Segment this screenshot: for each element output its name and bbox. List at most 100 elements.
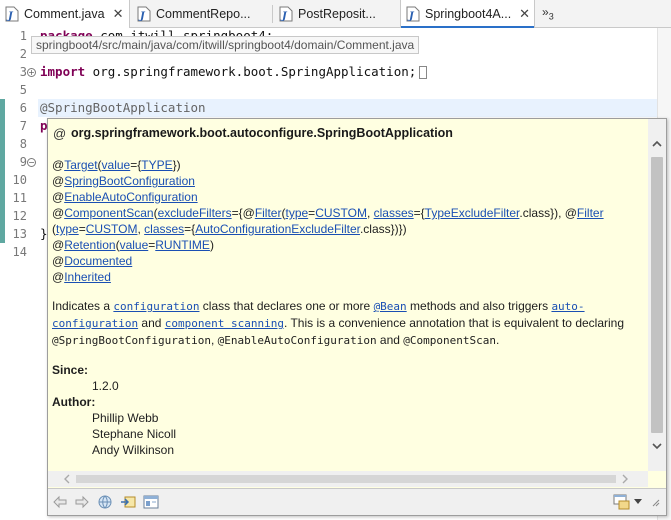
line-number: 14 [12,245,27,259]
code-line-3[interactable]: import org.springframework.boot.SpringAp… [40,63,428,81]
author-name: Andy Wilkinson [92,443,175,457]
collapse-fold-icon[interactable]: − [27,158,36,167]
runtime-link[interactable]: RUNTIME [155,238,210,252]
line-number: 10 [12,173,27,187]
javadoc-description: Indicates a configuration class that dec… [52,299,625,347]
configuration-link[interactable]: configuration [113,300,199,313]
tab-overflow-button[interactable]: »3 [542,5,554,21]
typeexcludefilter-link[interactable]: TypeExcludeFilter [425,206,520,220]
scrollbar-thumb[interactable] [76,475,616,483]
java-file-icon: J [5,6,19,22]
forward-button[interactable] [73,493,91,511]
meta-annotation-enableautoconfiguration: @EnableAutoConfiguration [52,190,198,204]
expand-fold-icon[interactable]: + [27,68,36,77]
globe-icon [98,495,112,509]
line-number: 3 [19,65,27,79]
since-label: Since: [52,363,89,377]
componentscan-link[interactable]: ComponentScan [64,206,153,220]
folded-imports-marker[interactable] [419,66,428,79]
dropdown-arrow-icon [634,499,642,504]
author-name: Phillip Webb [92,411,159,425]
hover-header: @ org.springframework.boot.autoconfigure… [48,119,653,147]
documented-link[interactable]: Documented [64,254,132,268]
line-number: 1 [19,29,27,43]
line-number: 2 [19,47,27,61]
type-attr-link[interactable]: type [285,206,308,220]
tab-post-repository[interactable]: J PostReposit... [274,0,399,28]
meta-annotation-inherited: @Inherited [52,270,111,284]
type-link[interactable]: TYPE [141,158,172,172]
filter-link[interactable]: Filter [255,206,282,220]
meta-annotation-componentscan: @ComponentScan(excludeFilters={@Filter(t… [52,206,604,220]
toolbar-menu-button[interactable] [632,493,644,511]
author-label: Author: [52,395,96,409]
preferences-button[interactable] [613,493,631,511]
back-button[interactable] [51,493,69,511]
tab-label: Springboot4A... [425,7,512,21]
tab-comment-repository[interactable]: J CommentRepo... [132,0,272,28]
meta-annotation-componentscan-cont: (type=CUSTOM, classes={AutoConfiguration… [52,222,407,236]
editor-tab-bar: J Comment.java ✕ J CommentRepo... J Post… [0,0,671,28]
open-in-browser-button[interactable] [96,493,114,511]
autoconfigurationexcludefilter-link[interactable]: AutoConfigurationExcludeFilter [195,222,360,236]
close-icon[interactable]: ✕ [519,6,530,22]
enableautoconfiguration-link[interactable]: EnableAutoConfiguration [64,190,197,204]
scroll-down-arrow-icon[interactable] [652,441,662,451]
tab-comment-java[interactable]: J Comment.java ✕ [0,0,130,28]
target-link[interactable]: Target [64,158,97,172]
overflow-count: 3 [548,11,554,22]
classes-link[interactable]: classes [374,206,414,220]
meta-annotation-retention: @Retention(value=RUNTIME) [52,238,214,252]
tab-label: PostReposit... [298,7,376,21]
show-in-javadoc-view-button[interactable] [142,493,160,511]
bean-link[interactable]: @Bean [374,300,407,313]
classes-link[interactable]: classes [144,222,184,236]
custom-link[interactable]: CUSTOM [86,222,138,236]
code-springbootconfiguration: @SpringBootConfiguration [52,334,211,347]
type-attr-link[interactable]: type [56,222,79,236]
meta-annotation-documented: @Documented [52,254,133,268]
custom-link[interactable]: CUSTOM [315,206,367,220]
java-interface-icon: J [279,6,293,22]
hover-body: @Target(value={TYPE}) @SpringBootConfigu… [52,157,649,458]
annotation-icon: @ [53,125,67,141]
line-number: 8 [19,137,27,151]
eclipse-editor-window: J Comment.java ✕ J CommentRepo... J Post… [0,0,671,520]
value-link[interactable]: value [120,238,149,252]
scrollbar-thumb[interactable] [651,157,663,433]
open-declaration-icon [121,496,136,508]
open-declaration-button[interactable] [119,493,137,511]
preferences-icon [613,494,630,510]
scroll-up-arrow-icon[interactable] [652,139,662,149]
resize-handle[interactable] [648,493,662,511]
import-keyword: import [40,64,86,79]
line-number: 9 [19,155,27,169]
overflow-chevron-icon: » [542,5,549,19]
close-icon[interactable]: ✕ [113,6,124,22]
hover-title: org.springframework.boot.autoconfigure.S… [71,126,453,140]
tab-springboot4-application[interactable]: J Springboot4A... ✕ [400,0,535,28]
retention-link[interactable]: Retention [64,238,115,252]
springbootconfiguration-link[interactable]: SpringBootConfiguration [64,174,195,188]
meta-annotation-target: @Target(value={TYPE}) [52,158,181,172]
file-path-tooltip: springboot4/src/main/java/com/itwill/spr… [31,36,420,54]
scroll-right-arrow-icon[interactable] [620,474,630,484]
filter-link[interactable]: Filter [577,206,604,220]
value-link[interactable]: value [102,158,131,172]
line-number-gutter: 1 2 3 + 5 6 7 8 9 − 10 11 12 13 14 [0,28,38,520]
import-name: org.springframework.boot.SpringApplicati… [85,64,417,79]
code-line-6[interactable]: @SpringBootApplication [40,99,206,117]
hover-vertical-scrollbar[interactable] [648,119,666,471]
resize-grip-icon [652,499,660,507]
inherited-link[interactable]: Inherited [64,270,111,284]
line-number: 13 [12,227,27,241]
author-name: Stephane Nicoll [92,427,177,441]
component-scanning-link[interactable]: component scanning [165,317,284,330]
excludefilters-link[interactable]: excludeFilters [158,206,232,220]
java-interface-icon: J [137,6,151,22]
line-number: 5 [19,83,27,97]
since-value: 1.2.0 [92,379,119,393]
hover-horizontal-scrollbar[interactable] [48,471,648,487]
code-componentscan: @ComponentScan [403,334,496,347]
scroll-left-arrow-icon[interactable] [62,474,72,484]
